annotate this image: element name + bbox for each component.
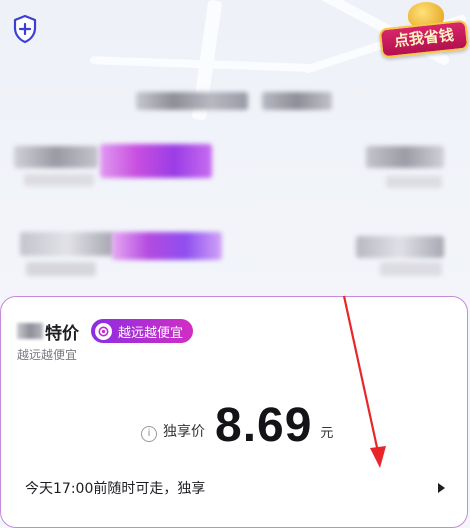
- safety-shield-button[interactable]: [10, 12, 40, 46]
- chevron-right-icon[interactable]: [438, 483, 445, 493]
- departure-time-text: 今天17:00前随时可走，独享: [25, 481, 206, 497]
- shield-plus-icon: [13, 14, 37, 44]
- tag-coin-icon: [95, 322, 112, 340]
- price-value: 8.69: [215, 399, 313, 452]
- info-icon[interactable]: i: [141, 426, 157, 442]
- save-money-badge[interactable]: 点我省钱: [376, 0, 470, 59]
- price-unit: 元: [320, 426, 334, 441]
- departure-time-row[interactable]: 今天17:00前随时可走，独享: [25, 477, 445, 499]
- save-money-label: 点我省钱: [378, 19, 470, 59]
- price-row: i 独享价 8.69 元: [141, 397, 333, 451]
- card-title: 特价: [45, 323, 79, 344]
- tag-label: 越远越便宜: [118, 325, 184, 341]
- price-label: 独享价: [163, 424, 205, 440]
- distance-discount-tag: 越远越便宜: [91, 319, 194, 343]
- special-price-card[interactable]: 特价 越远越便宜 越远越便宜 i 独享价 8.69 元 今天17:00前随时可走…: [0, 296, 468, 528]
- title-mosaic: [17, 323, 43, 339]
- card-subtitle: 越远越便宜: [17, 348, 78, 362]
- card-title-row: 特价 越远越便宜: [17, 319, 194, 344]
